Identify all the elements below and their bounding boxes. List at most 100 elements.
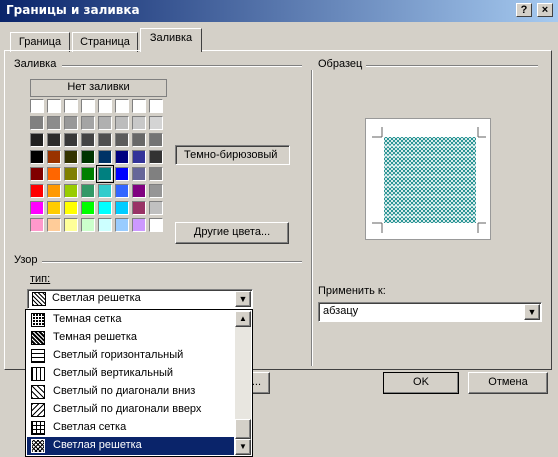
color-swatch[interactable]: [115, 133, 129, 147]
color-swatch[interactable]: [132, 184, 146, 198]
color-swatch[interactable]: [98, 99, 112, 113]
cancel-button[interactable]: Отмена: [468, 372, 548, 394]
tab-border[interactable]: Граница: [10, 32, 70, 52]
color-swatch[interactable]: [132, 201, 146, 215]
color-swatch[interactable]: [98, 150, 112, 164]
color-swatch[interactable]: [47, 184, 61, 198]
color-swatch[interactable]: [30, 167, 44, 181]
color-swatch[interactable]: [64, 184, 78, 198]
tab-shading[interactable]: Заливка: [140, 28, 202, 52]
color-swatch[interactable]: [132, 150, 146, 164]
dropdown-scrollbar[interactable]: ▲ ▼: [235, 311, 251, 455]
list-item[interactable]: Светлый горизонтальный: [27, 347, 234, 365]
list-item-selected[interactable]: Светлая решетка: [27, 437, 234, 455]
pattern-type-value: Светлая решетка: [52, 292, 141, 304]
color-swatch[interactable]: [149, 116, 163, 130]
color-swatch[interactable]: [96, 165, 114, 183]
scroll-thumb[interactable]: [235, 419, 251, 439]
color-swatch[interactable]: [81, 116, 95, 130]
list-item[interactable]: Темная решетка: [27, 329, 234, 347]
color-swatch[interactable]: [81, 167, 95, 181]
group-divider: [311, 70, 313, 366]
chevron-down-icon[interactable]: ▼: [524, 304, 540, 320]
list-item-label: Светлый по диагонали вниз: [53, 385, 196, 397]
color-palette: [30, 99, 170, 239]
list-item[interactable]: Светлый вертикальный: [27, 365, 234, 383]
pattern-type-combo[interactable]: Светлая решетка ▼: [27, 289, 253, 309]
color-swatch[interactable]: [64, 218, 78, 232]
pattern-type-label: тип:: [30, 273, 51, 285]
color-swatch[interactable]: [64, 167, 78, 181]
color-swatch[interactable]: [30, 201, 44, 215]
color-swatch[interactable]: [149, 99, 163, 113]
color-swatch[interactable]: [81, 201, 95, 215]
color-swatch[interactable]: [47, 218, 61, 232]
color-swatch[interactable]: [115, 116, 129, 130]
color-swatch[interactable]: [30, 116, 44, 130]
color-swatch[interactable]: [98, 116, 112, 130]
color-swatch[interactable]: [149, 133, 163, 147]
color-swatch[interactable]: [47, 167, 61, 181]
color-swatch[interactable]: [132, 133, 146, 147]
color-swatch[interactable]: [47, 99, 61, 113]
color-swatch[interactable]: [64, 133, 78, 147]
ok-button[interactable]: OK: [383, 372, 459, 394]
color-swatch[interactable]: [98, 218, 112, 232]
color-swatch[interactable]: [115, 99, 129, 113]
list-item-label: Светлый по диагонали вверх: [53, 403, 202, 415]
list-item-label: Темная решетка: [53, 331, 138, 343]
color-swatch[interactable]: [115, 167, 129, 181]
color-swatch[interactable]: [30, 133, 44, 147]
list-item-label: Светлая решетка: [53, 439, 142, 451]
color-swatch[interactable]: [81, 150, 95, 164]
color-swatch[interactable]: [115, 184, 129, 198]
color-swatch[interactable]: [30, 150, 44, 164]
no-fill-button[interactable]: Нет заливки: [30, 79, 167, 97]
color-swatch[interactable]: [149, 167, 163, 181]
color-swatch[interactable]: [81, 218, 95, 232]
color-swatch[interactable]: [81, 184, 95, 198]
color-swatch[interactable]: [64, 150, 78, 164]
close-button[interactable]: ×: [537, 3, 553, 17]
color-swatch[interactable]: [47, 116, 61, 130]
list-item[interactable]: Светлый по диагонали вверх: [27, 401, 234, 419]
window-title: Границы и заливка: [6, 3, 140, 17]
color-swatch[interactable]: [98, 201, 112, 215]
color-swatch[interactable]: [98, 184, 112, 198]
chevron-down-icon[interactable]: ▼: [235, 291, 251, 307]
color-swatch[interactable]: [47, 201, 61, 215]
color-swatch[interactable]: [149, 201, 163, 215]
list-item[interactable]: Светлый по диагонали вниз: [27, 383, 234, 401]
color-swatch[interactable]: [132, 99, 146, 113]
color-swatch[interactable]: [132, 167, 146, 181]
apply-to-combo[interactable]: абзацу ▼: [318, 302, 542, 322]
color-swatch[interactable]: [47, 133, 61, 147]
scroll-up-icon[interactable]: ▲: [235, 311, 251, 327]
color-swatch[interactable]: [81, 133, 95, 147]
color-swatch[interactable]: [149, 184, 163, 198]
color-swatch[interactable]: [149, 218, 163, 232]
color-swatch[interactable]: [149, 150, 163, 164]
color-swatch[interactable]: [115, 150, 129, 164]
list-item[interactable]: Темная сетка: [27, 311, 234, 329]
pattern-dropdown-list[interactable]: Темная сетка Темная решетка Светлый гори…: [25, 309, 253, 457]
color-swatch[interactable]: [64, 201, 78, 215]
color-swatch[interactable]: [132, 218, 146, 232]
list-item[interactable]: Светлая сетка: [27, 419, 234, 437]
color-swatch[interactable]: [64, 99, 78, 113]
color-swatch[interactable]: [115, 218, 129, 232]
color-swatch[interactable]: [47, 150, 61, 164]
color-swatch[interactable]: [98, 133, 112, 147]
scroll-down-icon[interactable]: ▼: [235, 439, 251, 455]
other-colors-button[interactable]: Другие цвета...: [175, 222, 289, 244]
help-button[interactable]: ?: [516, 3, 532, 17]
color-swatch[interactable]: [30, 184, 44, 198]
color-swatch[interactable]: [30, 99, 44, 113]
color-swatch[interactable]: [30, 218, 44, 232]
color-swatch[interactable]: [132, 116, 146, 130]
color-swatch[interactable]: [64, 116, 78, 130]
tab-page[interactable]: Страница: [72, 32, 138, 52]
color-swatch[interactable]: [115, 201, 129, 215]
preview-group-label: Образец: [318, 58, 363, 70]
color-swatch[interactable]: [81, 99, 95, 113]
